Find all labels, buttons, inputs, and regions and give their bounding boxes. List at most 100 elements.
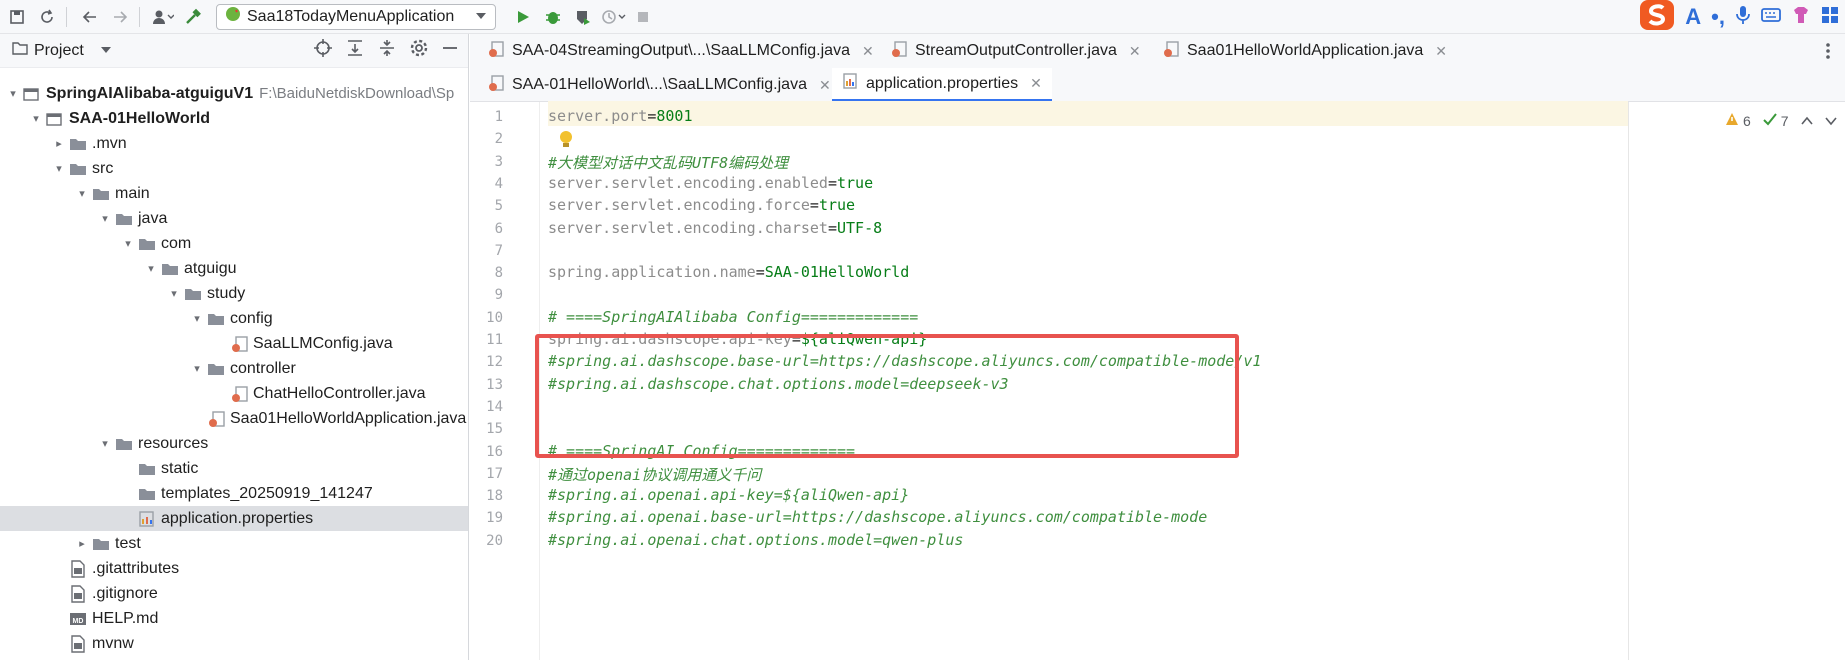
profile-icon[interactable]	[600, 4, 626, 30]
comment-text: #通过openai协议调用通义千问	[548, 465, 762, 484]
close-icon[interactable]: ✕	[1435, 43, 1447, 60]
tree-item[interactable]: ▾ main	[0, 181, 468, 206]
microphone-icon[interactable]	[1735, 5, 1751, 29]
debug-icon[interactable]	[540, 4, 566, 30]
tree-item[interactable]: ▾ java	[0, 206, 468, 231]
stop-icon[interactable]	[630, 4, 656, 30]
chevron-right-icon[interactable]: ▸	[50, 137, 68, 150]
tree-item-path: F:\BaiduNetdiskDownload\Sp	[259, 85, 455, 102]
coverage-icon[interactable]	[570, 4, 596, 30]
chevron-up-icon[interactable]	[1800, 113, 1813, 129]
more-tabs-icon[interactable]	[1825, 42, 1831, 64]
folder-icon	[91, 185, 111, 203]
close-icon[interactable]: ✕	[862, 43, 874, 60]
project-title[interactable]: Project	[34, 42, 84, 60]
locate-icon[interactable]	[314, 39, 332, 62]
back-icon[interactable]	[77, 4, 103, 30]
run-icon[interactable]	[510, 4, 536, 30]
tree-item-label: .gitignore	[92, 584, 158, 602]
properties-icon	[137, 510, 157, 528]
chevron-down-icon[interactable]: ▾	[27, 112, 45, 125]
chevron-down-icon[interactable]: ▾	[119, 237, 137, 250]
tree-item[interactable]: templates_20250919_141247	[0, 481, 468, 506]
chevron-down-icon[interactable]	[100, 42, 112, 60]
tree-item[interactable]: static	[0, 456, 468, 481]
tab-application-properties[interactable]: application.properties ✕	[832, 68, 1052, 102]
tree-item[interactable]: ▾ com	[0, 231, 468, 256]
line-number: 15	[486, 421, 503, 438]
chevron-down-icon[interactable]: ▾	[165, 287, 183, 300]
line-number: 1	[494, 109, 503, 125]
chevron-down-icon[interactable]: ▾	[142, 262, 160, 275]
tree-item[interactable]: SaaLLMConfig.java	[0, 331, 468, 356]
save-icon[interactable]	[4, 4, 30, 30]
tab-saa01-saallmconfig[interactable]: SAA-01HelloWorld\...\SaaLLMConfig.java ✕	[478, 68, 841, 102]
skin-icon[interactable]	[1791, 6, 1811, 28]
tab-saa04-saallmconfig[interactable]: SAA-04StreamingOutput\...\SaaLLMConfig.j…	[478, 34, 884, 68]
tree-item[interactable]: .gitattributes	[0, 556, 468, 581]
tree-item[interactable]: ▾ controller	[0, 356, 468, 381]
property-value: true	[837, 173, 874, 192]
tree-item-label: atguigu	[184, 259, 237, 277]
sync-icon[interactable]	[34, 4, 60, 30]
chevron-down-icon[interactable]: ▾	[188, 312, 206, 325]
tree-item[interactable]: ▸ test	[0, 531, 468, 556]
tree-item[interactable]: mvnw	[0, 631, 468, 656]
comment-text: #大模型对话中文乱码UTF8编码处理	[548, 153, 789, 172]
collapse-all-icon[interactable]	[378, 39, 396, 62]
inspection-widget[interactable]: 6 7	[1725, 112, 1837, 129]
line-number: 17	[486, 465, 503, 482]
close-icon[interactable]: ✕	[1030, 75, 1042, 92]
code-line: #spring.ai.openai.chat.options.model=qwe…	[548, 531, 963, 549]
code-editor[interactable]: 1 2 3 4 5 6 7 8 9 10 11 12 13 14 15 16 17 18 19 20 server.p…	[470, 101, 1845, 660]
user-icon[interactable]	[150, 4, 176, 30]
tab-saa01helloworldapplication[interactable]: Saa01HelloWorldApplication.java ✕	[1153, 34, 1457, 68]
tree-item[interactable]: ▾ atguigu	[0, 256, 468, 281]
code-line: #spring.ai.openai.base-url=https://dashs…	[548, 508, 1207, 526]
tree-item-label: .mvn	[92, 134, 127, 152]
tree-item[interactable]: ChatHelloController.java	[0, 381, 468, 406]
sogou-logo-icon[interactable]	[1639, 0, 1675, 35]
gear-icon[interactable]	[410, 39, 428, 62]
tree-item[interactable]: .gitignore	[0, 581, 468, 606]
run-configuration-select[interactable]: Saa18TodayMenuApplication	[216, 3, 496, 30]
tree-item[interactable]: application.properties	[0, 506, 468, 531]
tab-streamoutputcontroller[interactable]: StreamOutputController.java ✕	[881, 34, 1151, 68]
tree-item[interactable]: ▾ resources	[0, 431, 468, 456]
keyboard-icon[interactable]	[1761, 7, 1781, 27]
chevron-down-icon[interactable]: ▾	[4, 87, 22, 100]
line-number: 20	[486, 532, 503, 549]
folder-icon	[91, 535, 111, 553]
intention-bulb-icon[interactable]	[558, 130, 574, 154]
tree-item[interactable]: ▸ .mvn	[0, 131, 468, 156]
tree-item-label: Saa01HelloWorldApplication.java	[230, 409, 467, 427]
chevron-down-icon[interactable]	[1824, 113, 1837, 129]
chinese-mode-icon[interactable]: A	[1685, 4, 1701, 30]
tree-item[interactable]: ▾ config	[0, 306, 468, 331]
property-key: server.servlet.encoding.enabled	[548, 173, 828, 192]
hammer-icon[interactable]	[180, 4, 206, 30]
chevron-down-icon[interactable]: ▾	[50, 162, 68, 175]
tree-item[interactable]: ▾ SpringAIAlibaba-atguiguV1 F:\BaiduNetdis…	[0, 81, 468, 106]
close-icon[interactable]: ✕	[1129, 43, 1141, 60]
forward-icon[interactable]	[107, 4, 133, 30]
minimize-icon[interactable]	[442, 39, 458, 62]
folder-icon	[114, 210, 134, 228]
apps-grid-icon[interactable]	[1821, 6, 1839, 28]
expand-all-icon[interactable]	[346, 39, 364, 62]
tree-item[interactable]: ▾ src	[0, 156, 468, 181]
chevron-down-icon[interactable]: ▾	[73, 187, 91, 200]
property-value: SAA-01HelloWorld	[764, 263, 910, 282]
close-icon[interactable]: ✕	[819, 77, 831, 94]
tree-item[interactable]: ▾ study	[0, 281, 468, 306]
tree-item[interactable]: MD HELP.md	[0, 606, 468, 631]
chevron-down-icon[interactable]: ▾	[96, 437, 114, 450]
tree-item[interactable]: ▾ SAA-01HelloWorld	[0, 106, 468, 131]
chevron-right-icon[interactable]: ▸	[73, 537, 91, 550]
chevron-down-icon[interactable]: ▾	[188, 362, 206, 375]
chevron-down-icon[interactable]: ▾	[96, 212, 114, 225]
punctuation-icon[interactable]: •,	[1711, 4, 1725, 30]
folder-icon	[68, 160, 88, 178]
tree-item[interactable]: Saa01HelloWorldApplication.java	[0, 406, 468, 431]
tree-item[interactable]: mvnw.cmd	[0, 656, 468, 660]
